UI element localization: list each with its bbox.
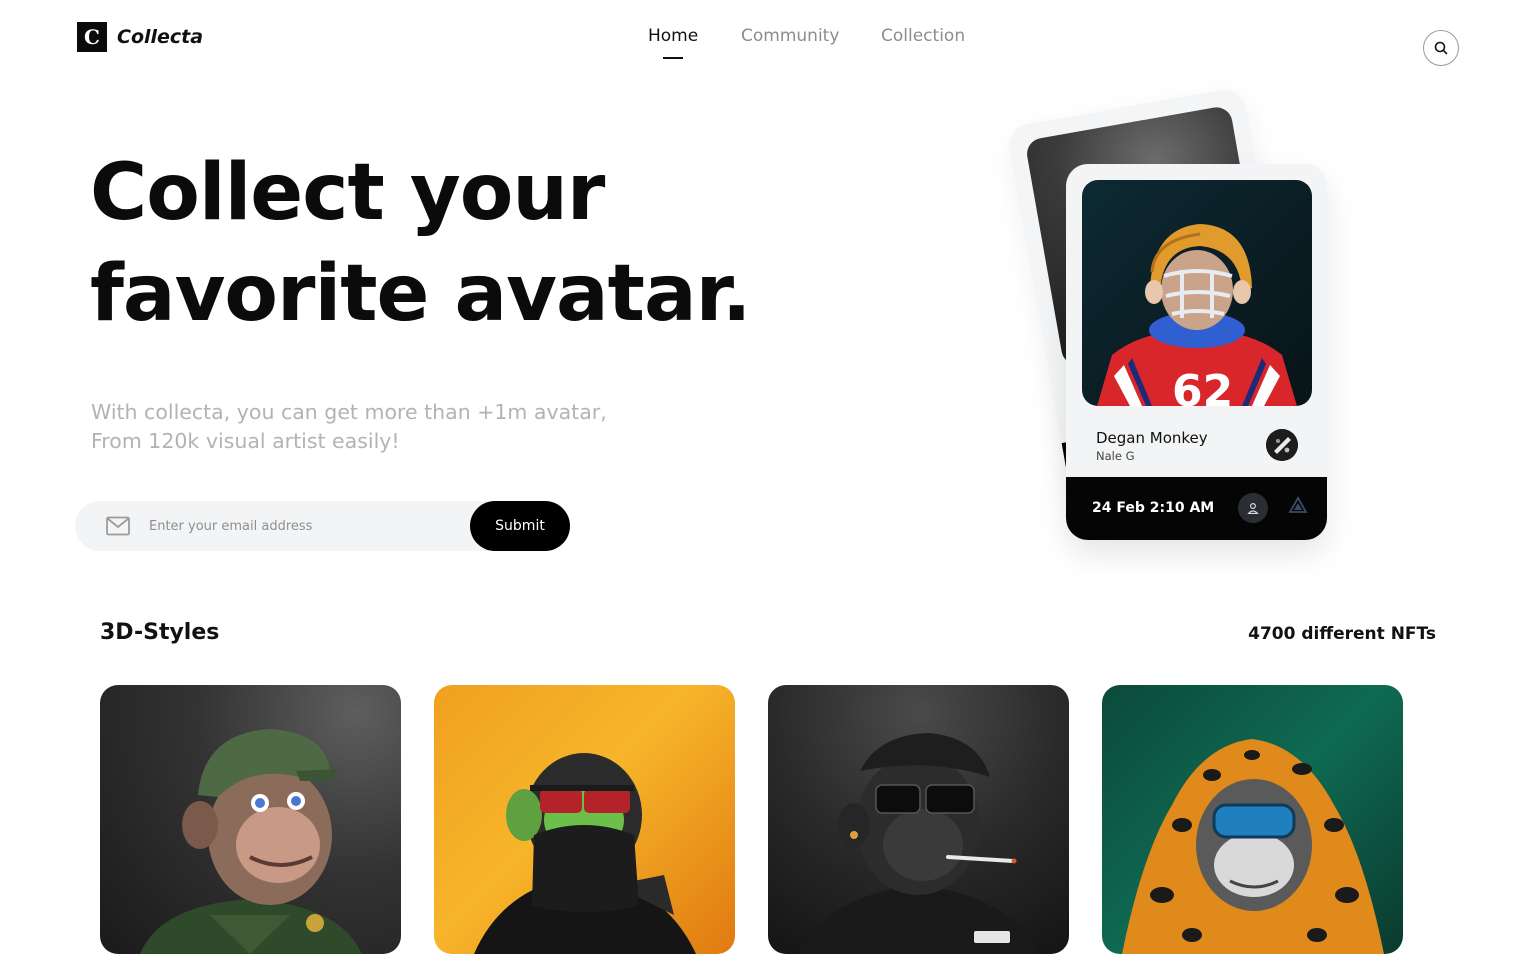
hero-subtitle-line-1: With collecta, you can get more than +1m… [91,400,607,424]
nft-count: 4700 different NFTs [1248,624,1436,644]
hero-title-line-2: favorite avatar. [90,249,752,339]
nft-tile-smoking-monkey[interactable] [768,685,1069,954]
hero-subtitle: With collecta, you can get more than +1m… [91,398,607,456]
nft-tile-helmet-monkey[interactable] [100,685,401,954]
brand-logo[interactable]: C Collecta [77,22,203,52]
svg-text:62: 62 [1172,366,1233,406]
email-signup-form: Submit [75,501,570,551]
owner-button[interactable] [1238,493,1268,523]
brand-name: Collecta [117,26,204,48]
featured-nft-card[interactable]: 62 Degan Monkey Nale G 24 Feb 2:10 AM [1066,164,1327,540]
featured-nft-image: 62 [1082,180,1312,406]
ethereum-icon[interactable] [1288,496,1308,516]
nav-home[interactable]: Home [648,26,698,46]
logo-mark: C [77,22,107,52]
search-button[interactable] [1423,30,1459,66]
nft-name: Degan Monkey [1096,429,1208,447]
hero-title-line-1: Collect your [90,148,605,238]
search-icon [1434,41,1448,55]
nft-tile-leopard-hood-monkey[interactable] [1102,685,1403,954]
section-title: 3D-Styles [100,620,220,645]
nft-artist: Nale G [1096,449,1135,463]
mail-icon [106,516,130,536]
artist-avatar[interactable] [1266,429,1298,461]
nft-date: 24 Feb 2:10 AM [1092,500,1215,516]
email-input[interactable] [149,511,459,541]
nft-tile-red-glasses-monkey[interactable] [434,685,735,954]
hero-title: Collect your favorite avatar. [90,143,752,345]
card-footer: 24 Feb 2:10 AM [1066,477,1327,540]
submit-button[interactable]: Submit [470,501,570,551]
user-icon [1247,502,1259,514]
nav-collection[interactable]: Collection [881,26,965,46]
nav-community[interactable]: Community [741,26,839,46]
hero-subtitle-line-2: From 120k visual artist easily! [91,429,400,453]
